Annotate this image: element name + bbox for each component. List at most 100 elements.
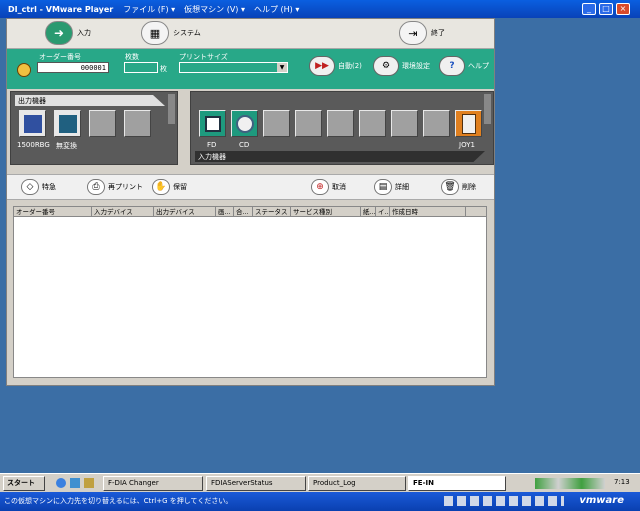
maximize-button[interactable]: □ xyxy=(599,3,613,15)
vmware-status-bar: この仮想マシンに入力先を切り替えるには、Ctrl+G を押してください。 vmw… xyxy=(0,492,640,511)
app-window: ➜ 入力 ▦ システム ⇥ 終了 オーダー番号 枚数 枚 プリントサイズ ▼ ▶… xyxy=(6,18,495,386)
settings-icon: ⚙ xyxy=(373,56,399,76)
chevron-down-icon: ▼ xyxy=(277,63,287,72)
column-header[interactable]: 画... xyxy=(216,207,234,216)
device-empty-slot[interactable] xyxy=(391,110,418,137)
status-message: この仮想マシンに入力先を切り替えるには、Ctrl+G を押してください。 xyxy=(4,497,233,505)
device-fd[interactable] xyxy=(199,110,226,137)
sheets-unit: 枚 xyxy=(160,65,167,73)
device-joy1[interactable] xyxy=(455,110,482,137)
minimize-button[interactable]: _ xyxy=(582,3,596,15)
auto-button[interactable]: ▶▶ 自動(2) xyxy=(309,56,362,76)
menu-file[interactable]: ファイル (F) ▾ xyxy=(123,4,175,15)
input-icon: ➜ xyxy=(45,21,73,45)
device-empty-slot[interactable] xyxy=(423,110,450,137)
column-header[interactable]: サービス種別 xyxy=(291,207,361,216)
cd-icon xyxy=(236,115,254,133)
cancel-button[interactable]: ⊕ 取消 xyxy=(311,179,346,195)
system-button[interactable]: ▦ システム xyxy=(141,21,201,45)
special-icon: ◇ xyxy=(21,179,39,195)
print-size-select[interactable]: ▼ xyxy=(179,62,288,73)
table-header: オーダー番号 入力デバイス 出力デバイス 画... 合... ステータス サービ… xyxy=(14,207,486,217)
help-icon: ? xyxy=(439,56,465,76)
order-no-label: オーダー番号 xyxy=(39,53,81,61)
tray-icons[interactable] xyxy=(535,478,605,489)
printer-icon: ⎙ xyxy=(87,179,105,195)
detail-button[interactable]: ▤ 詳細 xyxy=(374,179,409,195)
trash-icon: 🗑 xyxy=(441,179,459,195)
menu-vm[interactable]: 仮想マシン (V) ▾ xyxy=(184,4,245,15)
hand-icon: ✋ xyxy=(152,179,170,195)
scroll-handle[interactable] xyxy=(484,94,491,124)
scroll-handle[interactable] xyxy=(168,94,175,124)
special-button[interactable]: ◇ 特急 xyxy=(21,179,56,195)
device-no-conversion[interactable] xyxy=(54,110,81,137)
column-header[interactable]: 出力デバイス xyxy=(154,207,216,216)
top-toolbar: ➜ 入力 ▦ システム ⇥ 終了 xyxy=(7,19,494,49)
print-size-label: プリントサイズ xyxy=(179,53,228,61)
device-label: JOY1 xyxy=(459,141,475,149)
input-button[interactable]: ➜ 入力 xyxy=(45,21,91,45)
order-table[interactable]: オーダー番号 入力デバイス 出力デバイス 画... 合... ステータス サービ… xyxy=(13,206,487,378)
exit-button[interactable]: ⇥ 終了 xyxy=(399,21,445,45)
column-header[interactable]: 紙... xyxy=(361,207,376,216)
env-settings-button[interactable]: ⚙ 環境設定 xyxy=(373,56,430,76)
input-panel-title: 入力機器 xyxy=(195,151,485,162)
output-device-panel: 出力機器 1500RBG 無変換 xyxy=(10,91,178,165)
drive-icon xyxy=(462,114,476,134)
taskbar-item[interactable]: FDIAServerStatus xyxy=(206,476,306,491)
taskbar: スタート F-DIA Changer FDIAServerStatus Prod… xyxy=(0,473,640,492)
system-icon: ▦ xyxy=(141,21,169,45)
close-button[interactable]: × xyxy=(616,3,630,15)
order-no-input[interactable] xyxy=(37,62,109,73)
window-title: DI_ctrl - VMware Player xyxy=(8,4,114,14)
ie-icon[interactable] xyxy=(56,478,66,488)
device-empty-slot[interactable] xyxy=(327,110,354,137)
vmware-logo: vmware xyxy=(579,495,624,506)
help-button[interactable]: ? ヘルプ xyxy=(439,56,489,76)
device-empty-slot[interactable] xyxy=(295,110,322,137)
column-header[interactable]: 合... xyxy=(234,207,253,216)
taskbar-item[interactable]: FE-IN xyxy=(408,476,506,491)
folder-icon[interactable] xyxy=(70,478,80,488)
device-empty-slot[interactable] xyxy=(263,110,290,137)
operator-icon xyxy=(17,63,31,77)
column-header[interactable]: 入力デバイス xyxy=(92,207,154,216)
input-device-panel: FD CD JOY1 入力機器 xyxy=(190,91,494,165)
device-empty-slot[interactable] xyxy=(124,110,151,137)
device-empty-slot[interactable] xyxy=(359,110,386,137)
column-header[interactable]: ステータス xyxy=(253,207,291,216)
monitor-icon xyxy=(59,115,77,133)
clock: 7:13 xyxy=(614,478,630,486)
device-empty-slot[interactable] xyxy=(89,110,116,137)
device-icons[interactable] xyxy=(444,496,564,506)
sheets-input[interactable] xyxy=(124,62,158,73)
floppy-icon xyxy=(205,116,221,132)
title-bar: DI_ctrl - VMware Player ファイル (F) ▾ 仮想マシン… xyxy=(0,0,640,18)
delete-button[interactable]: 🗑 削除 xyxy=(441,179,476,195)
column-header[interactable]: イ... xyxy=(376,207,390,216)
device-label: 1500RBG xyxy=(17,141,50,149)
reprint-button[interactable]: ⎙ 再プリント xyxy=(87,179,143,195)
printer-icon xyxy=(24,115,42,133)
desktop-icon[interactable] xyxy=(84,478,94,488)
column-header[interactable]: オーダー番号 xyxy=(14,207,92,216)
device-label: CD xyxy=(239,141,250,149)
column-header[interactable]: 作成日時 xyxy=(390,207,466,216)
output-panel-title: 出力機器 xyxy=(15,95,165,106)
target-icon: ⊕ xyxy=(311,179,329,195)
auto-icon: ▶▶ xyxy=(309,56,335,76)
device-cd[interactable] xyxy=(231,110,258,137)
device-label: 無変換 xyxy=(56,142,77,150)
hold-button[interactable]: ✋ 保留 xyxy=(152,179,187,195)
menu-help[interactable]: ヘルプ (H) ▾ xyxy=(254,4,299,15)
start-button[interactable]: スタート xyxy=(3,476,45,491)
taskbar-item[interactable]: Product_Log xyxy=(308,476,406,491)
taskbar-item[interactable]: F-DIA Changer xyxy=(103,476,203,491)
device-label: FD xyxy=(207,141,217,149)
sheets-label: 枚数 xyxy=(125,53,139,61)
action-bar: ◇ 特急 ⎙ 再プリント ✋ 保留 ⊕ 取消 ▤ 詳細 🗑 削除 xyxy=(7,174,494,200)
device-1500rbg[interactable] xyxy=(19,110,46,137)
document-icon: ▤ xyxy=(374,179,392,195)
order-bar: オーダー番号 枚数 枚 プリントサイズ ▼ ▶▶ 自動(2) ⚙ 環境設定 ? … xyxy=(7,49,494,89)
